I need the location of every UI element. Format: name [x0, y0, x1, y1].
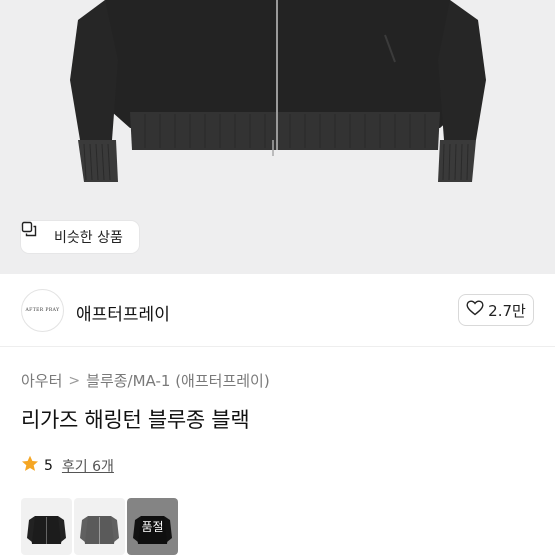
variant-thumbnail[interactable]	[21, 498, 72, 555]
sold-out-label: 품절	[141, 520, 164, 534]
brand-logo-text: AFTER PRAY	[25, 308, 60, 313]
chevron-right-icon: >	[68, 372, 81, 389]
rating: 5 후기 6개	[21, 455, 114, 476]
sold-out-overlay: 품절	[127, 498, 178, 555]
like-button[interactable]: 2.7만	[458, 294, 534, 326]
breadcrumb: 아우터 > 블루종/MA-1 (애프터프레이)	[21, 370, 270, 391]
star-icon	[21, 455, 39, 476]
heart-icon	[466, 300, 484, 320]
copy-icon	[21, 221, 48, 245]
breadcrumb-category[interactable]: 아우터	[21, 370, 62, 391]
brand-logo[interactable]: AFTER PRAY	[21, 289, 64, 332]
similar-products-label: 비슷한 상품	[54, 230, 123, 246]
brand-name[interactable]: 애프터프레이	[76, 300, 170, 325]
product-image[interactable]: 비슷한 상품	[0, 0, 555, 274]
reviews-link[interactable]: 후기 6개	[62, 456, 114, 476]
like-count: 2.7만	[488, 301, 526, 320]
divider	[0, 346, 555, 347]
rating-score: 5	[44, 457, 53, 474]
similar-products-button[interactable]: 비슷한 상품	[21, 221, 139, 253]
variant-thumbnail[interactable]	[74, 498, 125, 555]
variant-thumbnails: 품절	[21, 498, 178, 555]
brand-row: AFTER PRAY 애프터프레이 2.7만	[0, 274, 555, 346]
variant-thumbnail[interactable]: 품절	[127, 498, 178, 555]
product-title: 리가즈 해링턴 블루종 블랙	[21, 408, 250, 432]
breadcrumb-subcategory[interactable]: 블루종/MA-1 (애프터프레이)	[86, 370, 270, 391]
